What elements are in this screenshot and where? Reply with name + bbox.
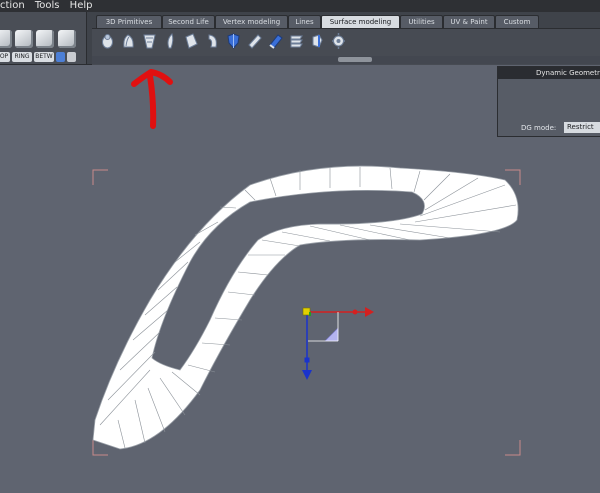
annotation-arrow (131, 69, 173, 129)
boomerang-surface[interactable] (92, 165, 519, 450)
gizmo-center-handle[interactable] (302, 307, 311, 316)
gizmo-z-scale-handle[interactable] (304, 357, 310, 363)
gizmo-plane-handle[interactable] (324, 327, 339, 342)
gizmo-x-arrow-icon[interactable] (365, 307, 374, 317)
gizmo-z-arrow-icon[interactable] (302, 370, 312, 380)
gizmo-x-scale-handle[interactable] (352, 309, 358, 315)
transform-gizmo[interactable] (302, 307, 374, 380)
viewport-overlay (92, 69, 521, 456)
